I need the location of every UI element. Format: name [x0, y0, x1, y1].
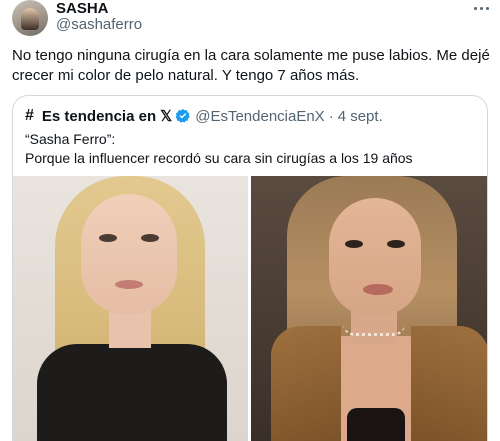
- quoted-tweet[interactable]: # Es tendencia en 𝕏 @EsTendenciaEnX · 4 …: [12, 95, 488, 441]
- quoted-text-line-1: “Sasha Ferro”:: [25, 131, 116, 147]
- author-handle[interactable]: @sashaferro: [56, 16, 142, 34]
- quoted-author-name[interactable]: Es tendencia en: [42, 108, 156, 125]
- photo-after[interactable]: [251, 176, 487, 441]
- quoted-tweet-header: # Es tendencia en 𝕏 @EsTendenciaEnX · 4 …: [25, 106, 383, 126]
- tweet-text: No tengo ninguna cirugía en la cara sola…: [12, 47, 490, 84]
- author-avatar[interactable]: [12, 0, 48, 36]
- hash-icon: #: [25, 107, 34, 124]
- separator-dot: ·: [328, 107, 334, 125]
- verified-badge-icon: [175, 109, 190, 123]
- quoted-date[interactable]: 4 sept.: [338, 108, 383, 125]
- quoted-tweet-text: “Sasha Ferro”: Porque la influencer reco…: [25, 130, 477, 168]
- x-logo-icon: 𝕏: [160, 108, 173, 125]
- photo-before[interactable]: [13, 176, 248, 441]
- more-options-icon[interactable]: [470, 0, 492, 16]
- quoted-text-line-2: Porque la influencer recordó su cara sin…: [25, 150, 413, 166]
- quoted-author-handle[interactable]: @EsTendenciaEnX: [195, 108, 324, 125]
